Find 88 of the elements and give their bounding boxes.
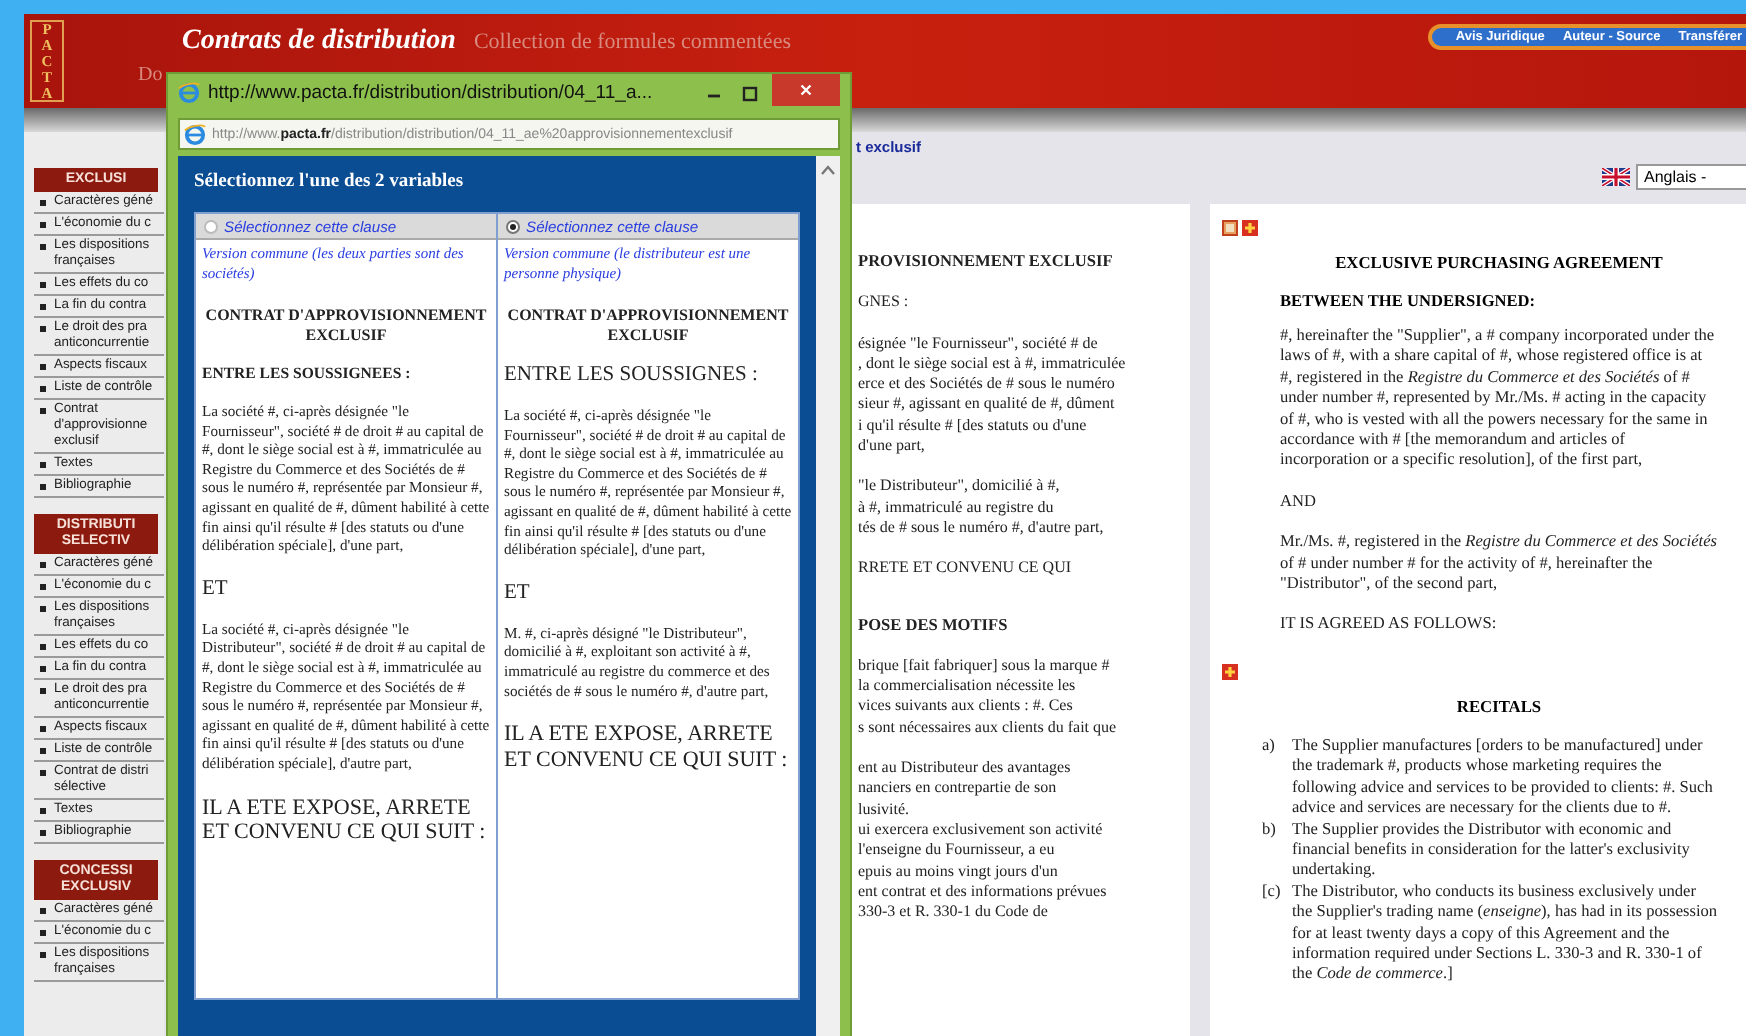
bullet-icon [40,304,46,310]
list-text: The Supplier manufactures [orders to be manufactured] under the trademark #, products whose marketing requires the following advice and services to be provided to clients: #. Such advice and services are necessary for the clients due to #. [1292,735,1715,819]
list-marker: a) [1262,735,1277,758]
document-title: RECITALS [1454,697,1544,716]
bullet-icon [40,726,46,732]
clause-heading: IL A ETE EXPOSE, ARRETE ET CONVENU CE QUI SUIT : [504,722,790,773]
document-text: epuis au moins vingt jours d'un [858,861,1060,882]
bullet-icon [40,584,46,590]
site-title: Contrats de distribution [182,26,456,58]
list-marker: [c) [1262,881,1283,904]
document-heading: PROVISIONNEMENT EXCLUSIF [858,252,1115,273]
bullet-icon [40,282,46,288]
document-text: l'enseigne du Fournisseur, a eu [858,840,1057,862]
document-text: lusivité. [858,799,912,820]
flag-icon [1602,167,1630,185]
document-text: tés de # sous le numéro #, d'autre part, [858,517,1106,539]
bullet-icon [40,808,46,814]
document-text: i qu'il résulte # [des statuts ou d'une [858,415,1089,437]
document-text: ui exercera exclusivement son activité [858,819,1105,841]
bullet-icon [40,930,46,936]
document-text: GNES : [858,292,911,314]
bullet-icon [40,386,46,392]
browser-icon [178,82,200,104]
bullet-icon [40,952,46,958]
document-text: nanciers en contrepartie de son [858,778,1059,800]
document-text: RRETE ET CONVENU CE QUI [858,558,1074,580]
document-paragraph: AND [1280,491,1318,513]
bullet-icon [40,748,46,754]
document-heading: POSE DES MOTIFS [858,615,1010,636]
bullet-icon [40,666,46,672]
radio-button[interactable] [204,219,218,233]
chevron-up-icon[interactable] [820,164,836,176]
document-paragraph: Mr./Ms. #, registered in the Registre du Commerce et des Sociétés of # under number # for the activity of #, hereinafter the "Distributor", of the second part, [1280,532,1718,595]
bullet-icon [40,908,46,914]
browser-icon [184,123,206,145]
language-select[interactable]: Anglais - [1636,163,1746,189]
site-subtitle: Collection de formules commentées [473,30,791,54]
close-button[interactable] [772,74,840,106]
document-paragraph: #, hereinafter the "Supplier", a # company incorporated under the laws of #, with a share capital of #, whose registered office is at #, registered in the Registre du Commerce et des Sociétés of # under number #, represented by Mr./Ms. # acting in the capacity of #, who is vested with all the powers necessary for the same in accordance with # [the memorandum and articles of incorporation or a specific resolution], of the first part, [1280,326,1717,472]
close-icon [798,84,814,96]
bullet-icon [40,326,46,332]
list-text: The Distributor, who conducts its business exclusively under the Supplier's trading name (enseigne), has had in its possession for at least twenty days a copy of this Agreement and the information required under Sections L. 330-3 and R. 330-1 of the Code de commerce.] [1292,881,1718,986]
document-text: à #, immatriculé au registre du [858,497,1056,518]
bullet-icon [40,644,46,650]
clause-heading: ET [202,577,230,600]
plus-icon[interactable] [1222,663,1238,680]
document-paragraph: IT IS AGREED AS FOLLOWS: [1280,614,1499,636]
document-text: ésignée "le Fournisseur", société # de [858,333,1100,354]
document-text: brique [fait fabriquer] sous la marque # [858,655,1112,677]
bullet-icon [40,222,46,228]
bullet-icon [40,688,46,694]
bullet-icon [40,770,46,776]
document-text: ent au Distributeur des avantages [858,758,1073,779]
popup-heading: Sélectionnez l'une des 2 variables [194,170,466,196]
clause-title: CONTRAT D'APPROVISIONNEMENT EXCLUSIF [203,306,489,344]
clause-heading: IL A ETE EXPOSE, ARRETE ET CONVENU CE QUI SUIT : [202,795,488,845]
radio-button[interactable] [506,219,520,233]
document-text: d'une part, [858,436,927,457]
document-text: "le Distributeur", domicilié à #, [858,476,1062,498]
plus-icon[interactable] [1242,220,1258,236]
clause-heading: ET [504,581,532,604]
bullet-icon [40,244,46,250]
bullet-icon [40,830,46,836]
window-title: http://www.pacta.fr/distribution/distribution/04_11_a... [208,82,655,104]
document-text: ent contrat et des informations prévues [858,881,1109,903]
bullet-icon [40,364,46,370]
list-marker: b) [1262,819,1278,841]
document-icon[interactable] [1222,220,1238,236]
scrollbar[interactable] [816,156,840,1036]
page-title: Do [138,64,165,86]
bullet-icon [40,408,46,414]
bullet-icon [40,562,46,568]
document-text: la commercialisation nécessite les [858,676,1078,697]
bullet-icon [40,484,46,490]
list-text: The Supplier provides the Distributor with economic and financial benefits in consideration for the latter's exclusivity undertaking. [1292,819,1692,882]
bullet-icon [40,462,46,468]
clause-heading: ENTRE LES SOUSSIGNES : [504,364,760,386]
document-text: erce et des Sociétés de # sous le numéro [858,374,1117,395]
document-title: EXCLUSIVE PURCHASING AGREEMENT [1333,254,1665,272]
document-text: sieur #, agissant en qualité de #, dûment [858,394,1117,416]
clause-title: CONTRAT D'APPROVISIONNEMENT EXCLUSIF [505,306,791,344]
document-text: vices suivants aux clients : #. Ces [858,696,1075,718]
document-text: , dont le siège social est à #, immatriculée [858,353,1128,375]
bullet-icon [40,606,46,612]
document-text: 330-3 et R. 330-1 du Code de [858,902,1050,923]
document-text: s sont nécessaires aux clients du fait que [858,717,1119,739]
bullet-icon [40,200,46,206]
document-heading: BETWEEN THE UNDERSIGNED: [1280,292,1538,310]
